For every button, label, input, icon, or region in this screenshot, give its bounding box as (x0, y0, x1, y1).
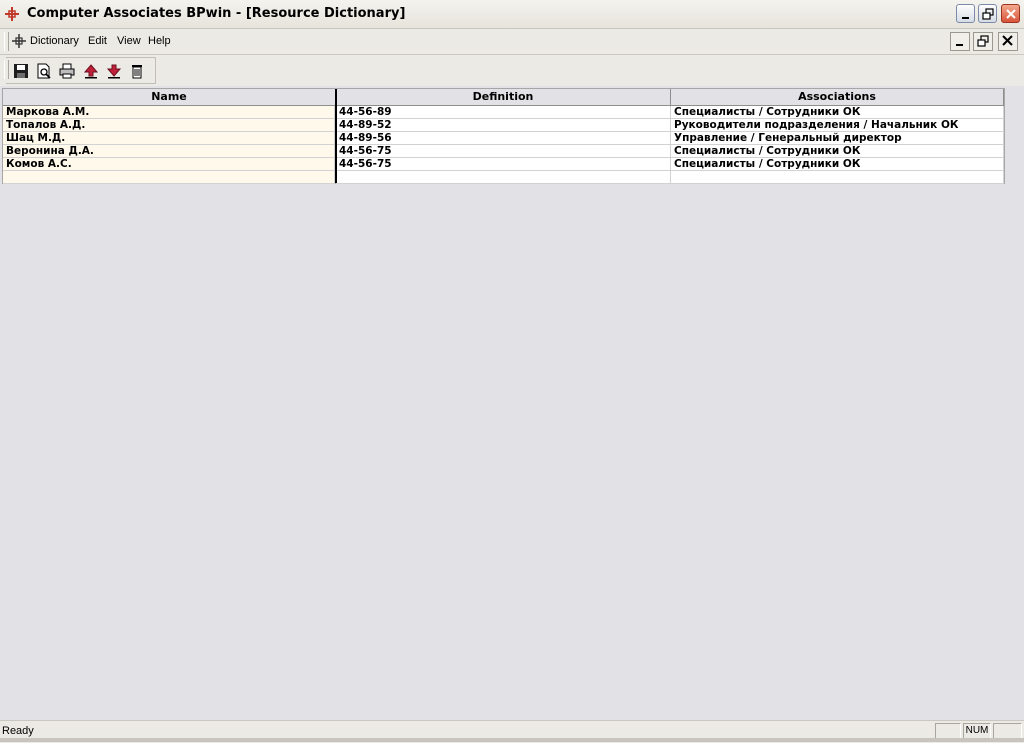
cell-name[interactable]: Шац М.Д. (3, 132, 335, 145)
document-crosshair-icon[interactable] (12, 34, 26, 48)
cell-associations[interactable]: Специалисты / Сотрудники ОК (671, 158, 1004, 171)
print-icon[interactable] (59, 63, 75, 79)
status-panel-caps (935, 723, 961, 739)
cell-associations[interactable]: Управление / Генеральный директор (671, 132, 1004, 145)
export-icon[interactable] (106, 63, 122, 79)
save-icon[interactable] (13, 63, 29, 79)
delete-icon[interactable] (129, 63, 145, 79)
cell-name[interactable]: Веронина Д.А. (3, 145, 335, 158)
child-minimize-button[interactable] (950, 32, 970, 51)
column-split-divider[interactable] (335, 89, 337, 183)
menu-grip[interactable] (4, 32, 9, 51)
cell-name[interactable] (3, 171, 335, 184)
minimize-icon (956, 44, 963, 46)
menu-dictionary[interactable]: Dictionary (30, 35, 79, 47)
restore-icon (982, 8, 994, 20)
status-panel-scroll (993, 723, 1022, 739)
cell-name[interactable]: Топалов А.Д. (3, 119, 335, 132)
import-icon[interactable] (83, 63, 99, 79)
table-row[interactable]: Веронина Д.А. 44-56-75 Специалисты / Сот… (3, 145, 1004, 158)
window-title: Computer Associates BPwin - [Resource Di… (27, 6, 406, 21)
cell-definition[interactable] (336, 171, 671, 184)
cell-associations[interactable]: Руководители подразделения / Начальник О… (671, 119, 1004, 132)
cell-definition[interactable]: 44-56-89 (336, 106, 671, 119)
child-close-button[interactable] (998, 32, 1018, 51)
title-bar: Computer Associates BPwin - [Resource Di… (0, 0, 1024, 29)
menu-view[interactable]: View (117, 35, 141, 47)
bpwin-app-icon[interactable] (4, 6, 20, 22)
menu-help[interactable]: Help (148, 35, 171, 47)
cell-associations[interactable]: Специалисты / Сотрудники ОК (671, 106, 1004, 119)
column-header-name[interactable]: Name (3, 89, 336, 106)
restore-button[interactable] (978, 4, 997, 23)
close-icon (1006, 9, 1016, 19)
close-icon (1002, 35, 1013, 46)
cell-associations[interactable]: Специалисты / Сотрудники ОК (671, 145, 1004, 158)
resource-grid: Name Definition Associations Маркова А.М… (2, 88, 1005, 184)
restore-icon (977, 35, 989, 47)
table-row[interactable]: Маркова А.М. 44-56-89 Специалисты / Сотр… (3, 106, 1004, 119)
table-row-new[interactable] (3, 171, 1004, 184)
taskbar-strip (0, 738, 1024, 742)
cell-name[interactable]: Комов А.С. (3, 158, 335, 171)
cell-associations[interactable] (671, 171, 1004, 184)
menu-edit[interactable]: Edit (88, 35, 107, 47)
cell-definition[interactable]: 44-56-75 (336, 158, 671, 171)
status-panel-num: NUM (963, 723, 991, 739)
child-restore-button[interactable] (973, 32, 993, 51)
cell-definition[interactable]: 44-89-56 (336, 132, 671, 145)
close-button[interactable] (1001, 4, 1020, 23)
column-header-definition[interactable]: Definition (336, 89, 671, 106)
table-row[interactable]: Топалов А.Д. 44-89-52 Руководители подра… (3, 119, 1004, 132)
table-row[interactable]: Шац М.Д. 44-89-56 Управление / Генеральн… (3, 132, 1004, 145)
cell-name[interactable]: Маркова А.М. (3, 106, 335, 119)
minimize-button[interactable] (956, 4, 975, 23)
print-preview-icon[interactable] (36, 63, 52, 79)
minimize-icon (962, 17, 969, 19)
cell-definition[interactable]: 44-89-52 (336, 119, 671, 132)
status-text: Ready (2, 725, 34, 737)
table-row[interactable]: Комов А.С. 44-56-75 Специалисты / Сотруд… (3, 158, 1004, 171)
cell-definition[interactable]: 44-56-75 (336, 145, 671, 158)
toolbar (0, 55, 1024, 86)
menu-bar: Dictionary Edit View Help (0, 29, 1024, 55)
column-header-associations[interactable]: Associations (671, 89, 1004, 106)
